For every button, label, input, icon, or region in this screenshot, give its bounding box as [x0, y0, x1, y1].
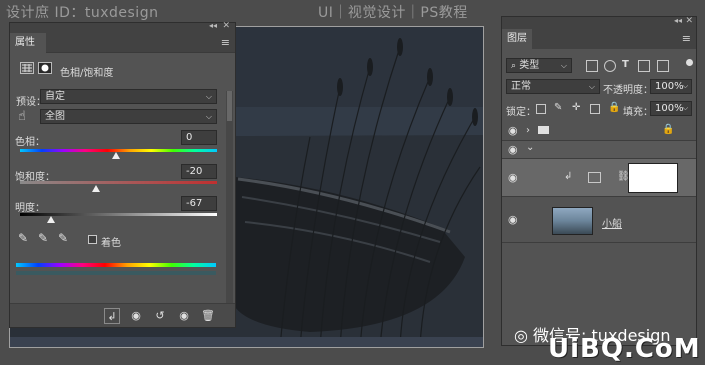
chevron-down-icon: ⌵ — [588, 82, 595, 91]
folder-icon — [538, 126, 549, 134]
eyedropper-icon[interactable]: ✎ — [18, 231, 28, 245]
collapse-icon[interactable]: ◂◂ — [674, 16, 682, 25]
close-icon[interactable]: ✕ — [222, 21, 230, 31]
blend-mode-select[interactable]: 正常 ⌵ — [506, 79, 600, 94]
lock-transparent-icon[interactable] — [536, 104, 546, 114]
layer-thumbnail — [552, 207, 593, 235]
opacity-input[interactable]: 100% ⌵ — [650, 79, 692, 94]
clip-to-layer-icon[interactable]: ↲ — [104, 308, 120, 324]
chevron-down-icon: ⌵ — [205, 92, 212, 101]
properties-bottom-toolbar: ↲ ◉ ↺ ◉ 🗑 — [10, 303, 235, 327]
visibility-eye-icon[interactable]: ◉ — [508, 213, 518, 226]
chevron-down-icon: ⌵ — [560, 61, 567, 70]
target-adjust-hand-icon[interactable]: ☝ — [18, 109, 26, 124]
layer-filter-select[interactable]: ⌕ 类型 ⌵ — [506, 58, 572, 73]
view-previous-icon[interactable]: ◉ — [128, 308, 144, 324]
lightness-label: 明度： — [15, 203, 45, 214]
collapse-icon[interactable]: ◂◂ — [209, 21, 217, 30]
tab-properties[interactable]: 属性 — [10, 33, 46, 53]
search-icon: ⌕ — [511, 61, 517, 71]
hue-label: 色相： — [15, 137, 45, 148]
lock-image-icon[interactable]: ✎ — [554, 102, 562, 113]
visibility-eye-icon[interactable]: ◉ — [176, 308, 192, 324]
panel-menu-icon[interactable]: ≡ — [682, 32, 691, 45]
saturation-slider-thumb[interactable] — [92, 185, 100, 192]
filter-pixel-icon[interactable] — [586, 60, 598, 72]
adjustment-title: 色相/饱和度 — [60, 68, 114, 79]
layer-row-group-open[interactable]: ◉ ⌄ — [502, 141, 696, 159]
site-title: UI｜视觉设计｜PS教程 — [318, 5, 468, 21]
eyedropper-plus-icon[interactable]: ✎ — [38, 231, 48, 245]
chevron-right-icon[interactable]: › — [526, 125, 530, 136]
channel-select[interactable]: 全图 ⌵ — [40, 109, 217, 124]
lock-icon: 🔒 — [662, 124, 675, 135]
properties-panel: ◂◂ ✕ 属性 ≡ 色相/饱和度 预设： 自定 ⌵ ☝ 全图 ⌵ 色相： 0 饱和度… — [9, 21, 236, 328]
saturation-slider-track[interactable] — [20, 181, 217, 184]
filter-shape-icon[interactable] — [638, 60, 650, 72]
filter-adjustment-icon[interactable] — [604, 60, 616, 72]
panel-header-strip: ◂◂ ✕ — [10, 21, 235, 33]
mask-icon[interactable] — [38, 62, 52, 74]
lightness-input[interactable]: -67 — [181, 196, 217, 211]
saturation-input[interactable]: -20 — [181, 164, 217, 179]
wechat-icon: ◎ — [514, 326, 534, 345]
filter-smart-object-icon[interactable] — [657, 60, 669, 72]
layer-name[interactable]: 小船 — [602, 215, 622, 230]
panel-menu-icon[interactable]: ≡ — [221, 36, 230, 49]
layer-row-adjustment[interactable]: ◉ ↲ ⛓ — [502, 159, 696, 197]
lock-artboard-icon[interactable] — [590, 104, 600, 114]
trash-icon[interactable]: 🗑 — [200, 308, 216, 324]
hue-input[interactable]: 0 — [181, 130, 217, 145]
filter-toggle-icon[interactable] — [686, 59, 693, 66]
layer-row-boat[interactable]: ◉ 小船 — [502, 197, 696, 243]
opacity-label: 不透明度： — [603, 85, 653, 96]
visibility-eye-icon[interactable]: ◉ — [508, 171, 518, 184]
watermark-top: 设计庶 ID：tuxdesign — [6, 5, 159, 21]
lock-label: 锁定： — [506, 107, 536, 118]
input-color-bar — [16, 263, 216, 267]
colorize-label: 着色 — [101, 238, 121, 249]
lock-all-icon[interactable]: 🔒 — [608, 102, 620, 113]
clipping-arrow-icon: ↲ — [564, 171, 573, 182]
lightness-slider-thumb[interactable] — [47, 216, 55, 223]
chevron-down-icon: ⌵ — [205, 112, 212, 121]
hue-slider-thumb[interactable] — [112, 152, 120, 159]
layer-row-group[interactable]: ◉ › 🔒 — [502, 121, 696, 141]
output-color-bar — [16, 271, 216, 275]
adjustment-icon[interactable] — [20, 62, 34, 74]
reset-icon[interactable]: ↺ — [152, 308, 168, 324]
visibility-eye-icon[interactable]: ◉ — [508, 143, 518, 156]
chevron-down-icon[interactable]: ⌄ — [526, 142, 534, 153]
eyedropper-minus-icon[interactable]: ✎ — [58, 231, 68, 245]
preset-select[interactable]: 自定 ⌵ — [40, 89, 217, 104]
site-logo: UiBQ.CoM — [548, 334, 701, 364]
hue-saturation-adjustment-icon — [588, 172, 601, 183]
filter-type-icon[interactable]: T — [622, 59, 629, 70]
properties-scrollbar[interactable] — [226, 91, 233, 306]
layers-panel: ◂◂ ✕ 图层 ≡ ⌕ 类型 ⌵ T 正常 ⌵ 不透明度： 100% ⌵ 锁定： ✎ … — [501, 16, 697, 346]
close-icon[interactable]: ✕ — [685, 16, 693, 26]
fill-input[interactable]: 100% ⌵ — [650, 101, 692, 116]
layer-mask-thumbnail[interactable] — [628, 163, 678, 193]
lock-position-icon[interactable]: ✛ — [572, 102, 580, 113]
colorize-checkbox[interactable] — [88, 235, 97, 244]
fill-label: 填充： — [623, 107, 653, 118]
tab-layers[interactable]: 图层 — [502, 29, 532, 49]
visibility-eye-icon[interactable]: ◉ — [508, 124, 518, 137]
